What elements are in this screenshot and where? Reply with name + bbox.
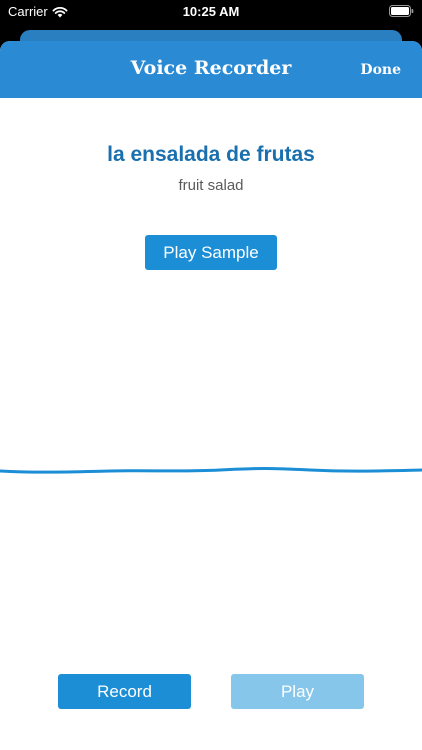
battery-icon	[389, 5, 414, 17]
play-sample-button[interactable]: Play Sample	[145, 235, 277, 270]
page-title: Voice Recorder	[130, 57, 292, 79]
done-button[interactable]: Done	[360, 62, 401, 78]
status-time: 10:25 AM	[182, 4, 240, 19]
voice-recorder-sheet: Voice Recorder Done la ensalada de fruta…	[0, 41, 422, 750]
word-heading: la ensalada de frutas	[107, 143, 315, 166]
waveform	[0, 467, 422, 474]
play-button[interactable]: Play	[231, 674, 364, 709]
record-button[interactable]: Record	[58, 674, 191, 709]
translation-text: fruit salad	[178, 177, 244, 194]
status-bar: Carrier 10:25 AM	[0, 0, 422, 26]
nav-bar: Voice Recorder Done	[0, 41, 422, 98]
